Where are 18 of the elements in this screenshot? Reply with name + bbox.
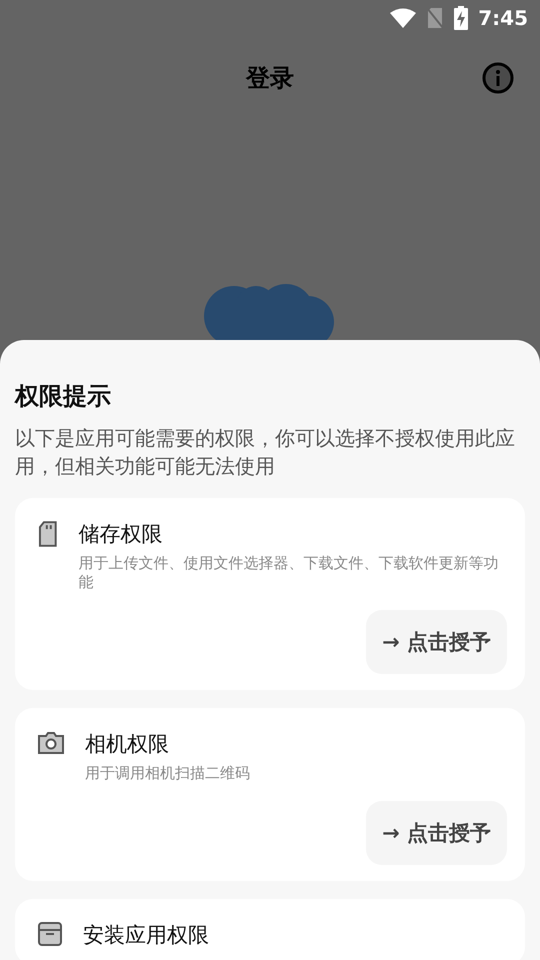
permission-description: 用于上传文件、使用文件选择器、下载文件、下载软件更新等功能 [78, 554, 500, 592]
sheet-title: 权限提示 [15, 381, 112, 412]
grant-button[interactable]: → 点击授予 [366, 801, 507, 865]
sheet-description: 以下是应用可能需要的权限，你可以选择不授权使用此应用，但相关功能可能无法使用 [15, 425, 516, 480]
no-sim-icon [426, 7, 444, 29]
permission-title: 储存权限 [78, 521, 164, 548]
grant-button[interactable]: → 点击授予 [366, 610, 507, 674]
box-icon [37, 921, 63, 947]
permission-description: 用于调用相机扫描二维码 [85, 764, 250, 783]
info-icon[interactable] [482, 62, 514, 94]
page-title: 登录 [246, 63, 294, 94]
status-time: 7:45 [478, 6, 528, 30]
permission-title: 相机权限 [85, 731, 170, 758]
camera-icon [37, 730, 65, 756]
wifi-icon [390, 8, 416, 28]
battery-charging-icon [454, 6, 468, 30]
permission-title: 安装应用权限 [83, 922, 209, 949]
sd-card-icon [37, 520, 59, 548]
